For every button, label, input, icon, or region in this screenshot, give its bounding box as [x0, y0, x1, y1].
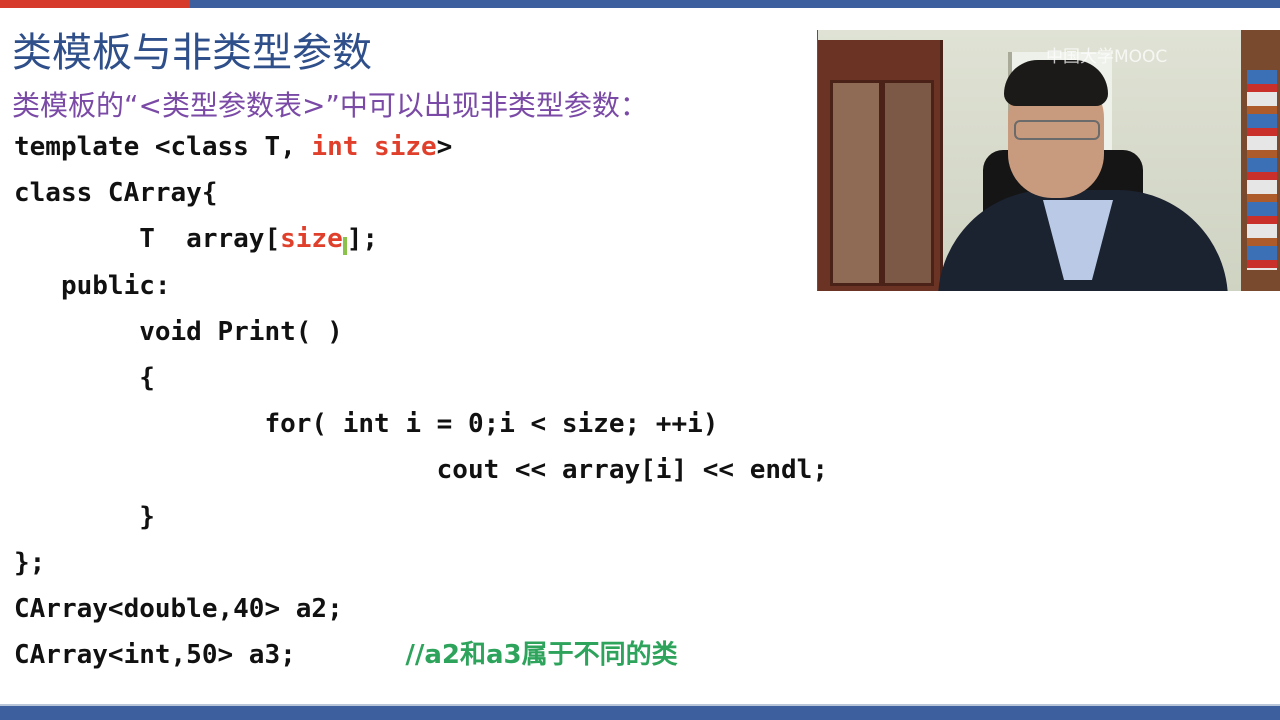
highlighted-param: size: [280, 224, 343, 255]
highlighted-param: int size: [311, 132, 437, 162]
code-line-8: cout << array[i] << endl;: [14, 455, 828, 486]
code-block: template <class T, int size> class CArra…: [14, 124, 828, 678]
code-text: template <class T,: [14, 132, 312, 162]
bottom-bar: [0, 706, 1280, 720]
video-bookshelf: [1241, 30, 1280, 291]
code-line-7: for( int i = 0;i < size; ++i): [14, 409, 719, 440]
code-text: >: [436, 132, 453, 162]
code-text: ];: [346, 224, 379, 255]
video-cabinet: [818, 40, 943, 291]
mooc-watermark: 中国大学MOOC: [1046, 47, 1168, 67]
code-text: T array[: [14, 224, 281, 255]
code-line-9: }: [14, 501, 155, 532]
code-comment: //a2和a3属于不同的类: [405, 640, 678, 671]
code-line-2: class CArray{: [14, 178, 218, 209]
lecturer-video: 中国大学MOOC: [817, 30, 1280, 291]
glasses-icon: [1014, 120, 1100, 140]
top-red-accent: [0, 0, 190, 8]
code-line-12: CArray<int,50> a3; //a2和a3属于不同的类: [14, 632, 828, 678]
code-line-3: T array[size];: [14, 216, 828, 262]
code-line-4: public:: [14, 270, 171, 301]
code-text: CArray<int,50> a3;: [14, 640, 406, 671]
code-line-10: };: [14, 547, 46, 578]
slide-title: 类模板与非类型参数: [12, 30, 372, 76]
code-line-6: {: [14, 362, 155, 393]
top-accent-bar: [0, 0, 1280, 8]
code-line-11: CArray<double,40> a2;: [14, 593, 343, 624]
code-line-1: template <class T, int size>: [14, 124, 828, 170]
slide-subtitle: 类模板的“<类型参数表>”中可以出现非类型参数：: [12, 89, 648, 122]
code-line-5: void Print( ): [14, 316, 343, 347]
